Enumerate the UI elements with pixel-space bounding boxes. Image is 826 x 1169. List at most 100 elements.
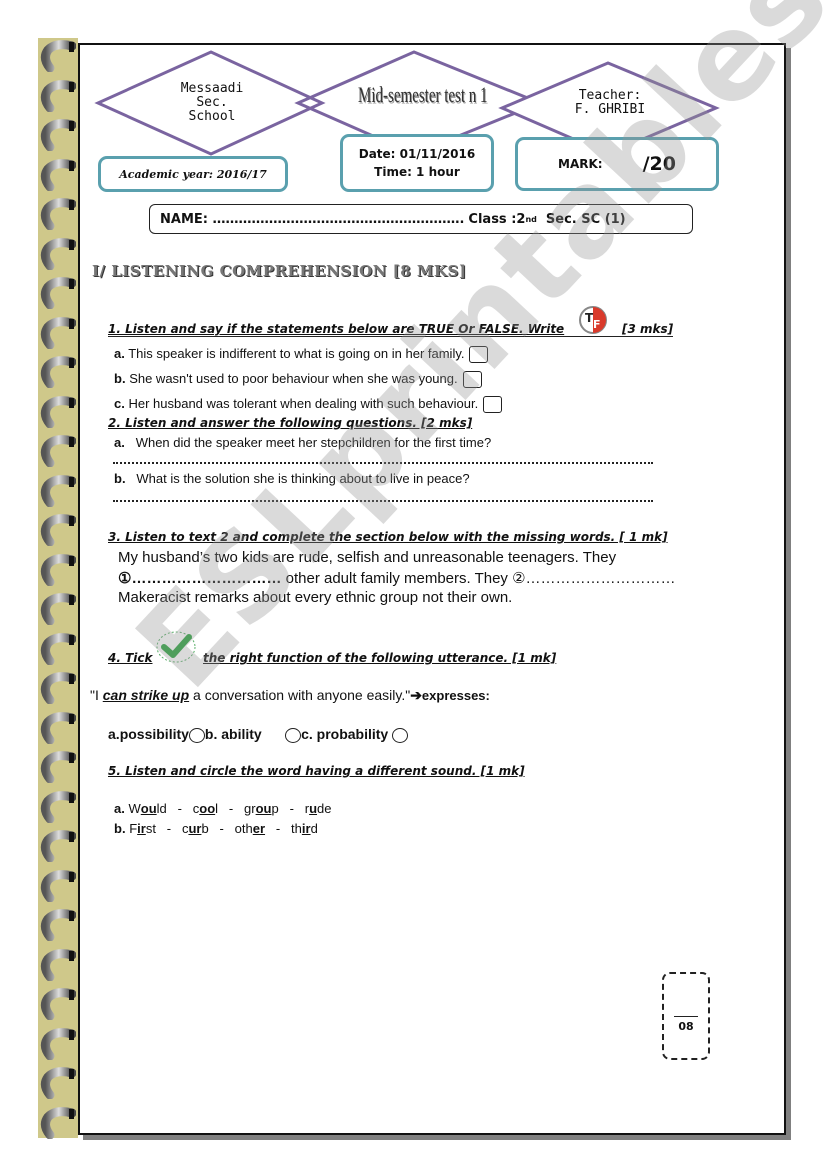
option-letter: c.	[301, 726, 313, 742]
q3-line-2: ①………………………… other adult family members. …	[118, 569, 676, 587]
word-part: ur	[188, 821, 202, 836]
mark-box: MARK: /20	[515, 137, 719, 191]
q2-item-text: When did the speaker meet her stepchildr…	[135, 435, 492, 450]
q1-title: 1. Listen and say if the statements belo…	[108, 322, 564, 336]
sound-word[interactable]: cool	[193, 801, 218, 816]
spiral-ring	[36, 553, 77, 586]
option-radio[interactable]	[392, 727, 409, 743]
q1-item-a: a. This speaker is indifferent to what i…	[114, 346, 489, 364]
q1-instruction: 1. Listen and say if the statements belo…	[108, 322, 565, 336]
spiral-ring	[36, 277, 77, 310]
word-separator: -	[218, 801, 245, 816]
true-false-icon: T F	[579, 306, 607, 334]
sound-word[interactable]: other	[235, 821, 265, 836]
class-label: Class :2	[468, 211, 526, 227]
arrow-icon: ➔	[410, 687, 422, 703]
q3-blank-1[interactable]: ①…………………………	[118, 570, 281, 587]
quote-rest: a conversation with anyone easily."	[189, 687, 411, 703]
score-line	[674, 1016, 698, 1017]
spiral-ring	[36, 632, 77, 665]
word-part: ir	[301, 821, 311, 836]
q1-item-letter: c.	[114, 396, 125, 411]
sound-word[interactable]: Would	[128, 801, 166, 816]
sound-word[interactable]: third	[291, 821, 318, 836]
mark-total: /20	[642, 153, 676, 175]
q1-marks: [3 mks]	[622, 322, 674, 336]
q4-options: a.possibility b. ability c. probability	[108, 726, 409, 743]
spiral-ring	[36, 790, 77, 823]
spiral-ring	[36, 514, 77, 547]
option-radio[interactable]	[285, 727, 302, 743]
option-label: ability	[217, 726, 262, 742]
answer-checkbox[interactable]	[469, 346, 489, 364]
option-a[interactable]: a.possibility	[108, 726, 205, 743]
sound-word[interactable]: First	[129, 821, 156, 836]
word-separator: -	[265, 821, 292, 836]
sound-word[interactable]: curb	[182, 821, 209, 836]
q1-item-c: c. Her husband was tolerant when dealing…	[114, 396, 503, 414]
spiral-ring	[36, 869, 77, 902]
word-separator: -	[155, 821, 182, 836]
q3-line-3: Makeracist remarks about every ethnic gr…	[118, 589, 513, 606]
q3-line-2-text: other adult family members. They	[281, 570, 513, 587]
word-part: ou	[140, 801, 157, 816]
q2-answer-line-a[interactable]	[113, 462, 653, 464]
q2-item-text: What is the solution she is thinking abo…	[136, 471, 470, 486]
sound-word[interactable]: group	[244, 801, 279, 816]
expresses-label: expresses:	[421, 688, 490, 703]
spiral-ring	[36, 1027, 77, 1060]
q1-item-b: b. She wasn't used to poor behaviour whe…	[114, 371, 482, 389]
spiral-ring	[36, 988, 77, 1021]
option-letter: a.	[108, 726, 120, 742]
spiral-ring	[36, 316, 77, 349]
q2-answer-line-b[interactable]	[113, 500, 653, 502]
school-name: Messaadi Sec. School	[162, 82, 262, 124]
key-phrase: can strike up	[102, 687, 190, 703]
sound-word[interactable]: rude	[305, 801, 332, 816]
word-part: p	[271, 801, 279, 816]
spiral-ring	[36, 435, 77, 468]
word-part: b	[201, 821, 209, 836]
spiral-ring	[36, 830, 77, 863]
q2-item-a: a. When did the speaker meet her stepchi…	[114, 435, 491, 450]
teacher-label: Teacher:	[578, 88, 642, 103]
date-time-box: Date: 01/11/2016 Time: 1 hour	[340, 134, 494, 192]
test-title: Mid-semester test n 1	[358, 83, 488, 108]
option-label: possibility	[119, 726, 189, 742]
q1-item-text: She wasn't used to poor behaviour when s…	[129, 371, 458, 386]
spiral-ring	[36, 909, 77, 942]
q2-title: 2. Listen and answer the following quest…	[108, 416, 473, 430]
word-part: oo	[199, 801, 216, 816]
q5-row-a: a. Would - cool - group - rude	[114, 801, 332, 816]
answer-checkbox[interactable]	[483, 396, 503, 414]
q3-blank-2[interactable]: ②…………………………	[512, 570, 675, 587]
option-b[interactable]: b. ability	[204, 726, 302, 743]
name-class-field[interactable]: NAME: …………………………………………………. Class :2 nd Se…	[149, 204, 693, 234]
option-radio[interactable]	[188, 727, 205, 743]
option-letter: b.	[204, 726, 218, 742]
spiral-ring	[36, 711, 77, 744]
spiral-ring	[36, 237, 77, 270]
option-c[interactable]: c. probability	[301, 726, 409, 743]
word-part: oth	[234, 821, 253, 836]
q5-row-letter: b.	[114, 821, 126, 836]
academic-year: Academic year: 2016/17	[119, 167, 267, 181]
test-date: Date: 01/11/2016	[358, 147, 476, 161]
q3-title: 3. Listen to text 2 and complete the sec…	[108, 530, 668, 544]
answer-checkbox[interactable]	[462, 371, 482, 389]
school-line-2: Sec.	[196, 95, 228, 110]
q1-item-letter: b.	[114, 371, 126, 386]
mark-label: MARK:	[558, 157, 603, 171]
academic-year-box: Academic year: 2016/17	[98, 156, 288, 192]
section-title: I/ LISTENING COMPREHENSION [8 MKS]	[92, 262, 467, 280]
spiral-ring	[36, 1067, 77, 1100]
q4-title-start: 4. Tick	[108, 651, 153, 665]
page-score-box: 08	[662, 972, 710, 1060]
word-part: gr	[244, 801, 256, 816]
checkmark-icon	[156, 631, 196, 663]
q2-item-b: b. What is the solution she is thinking …	[114, 471, 470, 486]
q2-item-letter: a.	[114, 435, 125, 450]
q1-item-text: This speaker is indifferent to what is g…	[128, 346, 465, 361]
word-part: u	[309, 801, 318, 816]
q1-item-text: Her husband was tolerant when dealing wi…	[128, 396, 479, 411]
